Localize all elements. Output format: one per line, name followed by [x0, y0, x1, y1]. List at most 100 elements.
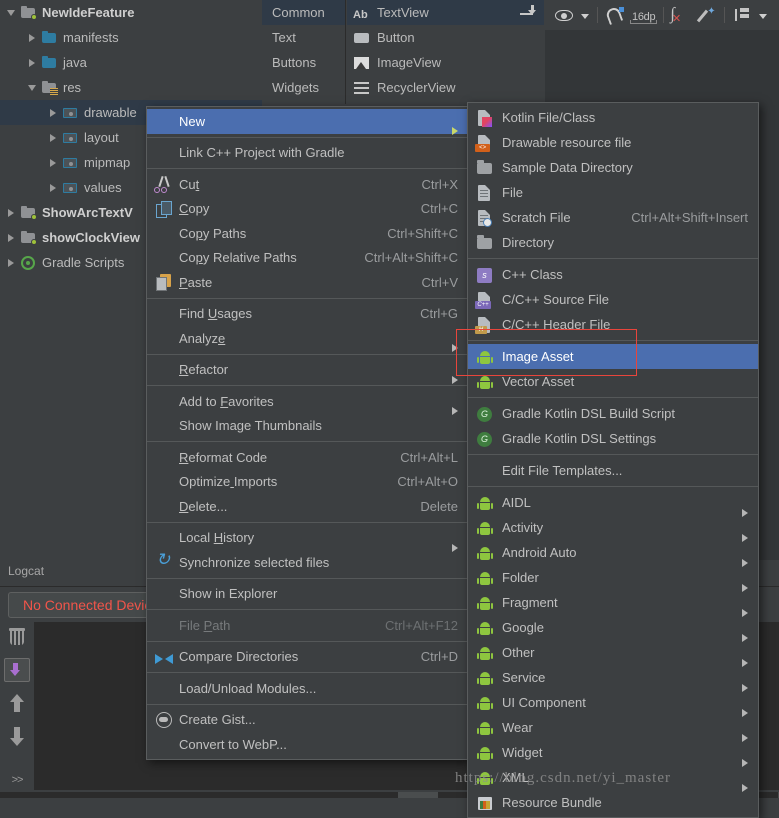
menu-item-find-usages[interactable]: Find Usages Ctrl+G [147, 302, 468, 327]
magnet-icon[interactable] [604, 4, 626, 26]
menu-item-add-to-favorites[interactable]: Add to Favorites [147, 389, 468, 416]
menu-item-wear[interactable]: Wear [468, 715, 758, 742]
visibility-eye-icon[interactable] [553, 4, 575, 26]
menu-item-label: Compare Directories [179, 649, 299, 665]
chevron-right-icon[interactable] [4, 230, 20, 246]
palette-category-buttons[interactable]: Buttons [262, 50, 345, 75]
palette-item[interactable]: ImageView [347, 50, 544, 75]
menu-item-resource-bundle[interactable]: Resource Bundle [468, 790, 758, 815]
menu-item-optimize-imports[interactable]: Optimize Imports Ctrl+Alt+O [147, 470, 468, 495]
menu-item-aidl[interactable]: AIDL [468, 490, 758, 517]
menu-item-create-gist[interactable]: Create Gist... [147, 708, 468, 733]
download-icon[interactable] [520, 5, 538, 17]
menu-item-ui-component[interactable]: UI Component [468, 690, 758, 717]
chevron-right-icon[interactable] [25, 55, 41, 71]
palette-category-common[interactable]: Common [262, 0, 345, 25]
chevron-right-icon[interactable] [4, 255, 20, 271]
chevron-down-icon[interactable] [579, 4, 591, 26]
menu-item-file[interactable]: File [468, 180, 758, 205]
gist-icon [153, 711, 175, 729]
up-arrow-icon[interactable] [8, 694, 26, 714]
menu-item-drawable-resource-file[interactable]: <> Drawable resource file [468, 130, 758, 155]
menu-item-fragment[interactable]: Fragment [468, 590, 758, 617]
menu-item-delete[interactable]: Delete... Delete [147, 494, 468, 519]
chevron-down-icon[interactable] [4, 5, 20, 21]
tree-row[interactable]: java [0, 50, 262, 75]
menu-item-paste[interactable]: Paste Ctrl+V [147, 270, 468, 295]
menu-item-copy-paths[interactable]: Copy Paths Ctrl+Shift+C [147, 221, 468, 246]
chevron-down-icon[interactable] [25, 80, 41, 96]
palette-category-widgets[interactable]: Widgets [262, 75, 345, 100]
tree-row[interactable]: res [0, 75, 262, 100]
tree-row-label: mipmap [84, 155, 131, 170]
down-arrow-icon[interactable] [8, 726, 26, 746]
chevron-right-icon[interactable] [25, 30, 41, 46]
menu-item-synchronize-selected-files[interactable]: Synchronize selected files [147, 550, 468, 575]
tree-row[interactable]: NewIdeFeature [0, 0, 262, 25]
palette-item[interactable]: Ab TextView [347, 0, 544, 25]
menu-item-new[interactable]: New [147, 109, 468, 136]
menu-item-shortcut: Ctrl+Alt+L [400, 449, 458, 465]
menu-item-c-c-source-file[interactable]: C++ C/C++ Source File [468, 287, 758, 312]
menu-item-scratch-file[interactable]: Scratch File Ctrl+Alt+Shift+Insert [468, 205, 758, 230]
android-icon [474, 619, 496, 637]
menu-item-google[interactable]: Google [468, 615, 758, 642]
tree-row-label: layout [84, 130, 119, 145]
menu-item-analyze[interactable]: Analyze [147, 326, 468, 353]
clear-logcat-icon[interactable] [8, 628, 26, 646]
palette-item-label: TextView [377, 5, 429, 20]
chevron-right-icon[interactable] [46, 105, 62, 121]
menu-item-local-history[interactable]: Local History [147, 526, 468, 552]
menu-item-kotlin-file-class[interactable]: Kotlin File/Class [468, 105, 758, 130]
menu-icon-placeholder [153, 392, 175, 410]
paste-icon [153, 273, 175, 292]
menu-item-widget[interactable]: Widget [468, 740, 758, 767]
menu-item-service[interactable]: Service [468, 665, 758, 692]
palette-item[interactable]: RecyclerView [347, 5, 544, 100]
menu-item-label: UI Component [502, 695, 586, 710]
scroll-to-end-icon[interactable] [4, 658, 30, 682]
menu-item-vector-asset[interactable]: Vector Asset [468, 369, 758, 394]
menu-item-folder[interactable]: Folder [468, 565, 758, 592]
menu-item-refactor[interactable]: Refactor [147, 358, 468, 384]
menu-item-gradle-kotlin-dsl-build-script[interactable]: G Gradle Kotlin DSL Build Script [468, 401, 758, 426]
menu-item-link-c-project-with-gradle[interactable]: Link C++ Project with Gradle [147, 141, 468, 166]
menu-item-android-auto[interactable]: Android Auto [468, 540, 758, 567]
infer-constraints-wand-icon[interactable]: ✦ [696, 4, 718, 26]
chevron-right-icon[interactable] [46, 180, 62, 196]
menu-item-c-c-header-file[interactable]: H C/C++ Header File [468, 312, 758, 337]
menu-item-activity[interactable]: Activity [468, 515, 758, 542]
clear-constraints-icon[interactable]: ∫✕ [670, 4, 692, 26]
menu-item-convert-to-webp[interactable]: Convert to WebP... [147, 732, 468, 757]
menu-separator [147, 577, 468, 579]
chevron-down-icon[interactable] [757, 4, 769, 26]
menu-item-show-in-explorer[interactable]: Show in Explorer [147, 582, 468, 607]
menu-item-reformat-code[interactable]: Reformat Code Ctrl+Alt+L [147, 445, 468, 470]
palette-category-text[interactable]: Text [262, 25, 345, 50]
menu-item-c-class[interactable]: s C++ Class [468, 262, 758, 287]
menu-item-image-asset[interactable]: Image Asset [468, 344, 758, 369]
expand-more-icon[interactable]: >> [12, 774, 24, 786]
chevron-right-icon[interactable] [46, 155, 62, 171]
menu-icon-placeholder [153, 679, 175, 697]
menu-item-directory[interactable]: Directory [468, 230, 758, 255]
logcat-tab-label[interactable]: Logcat [8, 564, 44, 578]
menu-item-sample-data-directory[interactable]: Sample Data Directory [468, 155, 758, 180]
chevron-right-icon[interactable] [4, 205, 20, 221]
tree-row[interactable]: manifests [0, 25, 262, 50]
menu-item-file-path[interactable]: File Path Ctrl+Alt+F12 [147, 613, 468, 638]
menu-item-cut[interactable]: Cut Ctrl+X [147, 172, 468, 197]
menu-item-gradle-kotlin-dsl-settings[interactable]: G Gradle Kotlin DSL Settings [468, 426, 758, 451]
margin-value-label[interactable]: 16dp [630, 11, 658, 24]
menu-item-load-unload-modules[interactable]: Load/Unload Modules... [147, 676, 468, 701]
menu-item-compare-directories[interactable]: Compare Directories Ctrl+D [147, 645, 468, 670]
menu-item-other[interactable]: Other [468, 640, 758, 667]
menu-item-copy[interactable]: Copy Ctrl+C [147, 197, 468, 222]
folder-module-icon [20, 5, 37, 21]
menu-item-copy-relative-paths[interactable]: Copy Relative Paths Ctrl+Alt+Shift+C [147, 246, 468, 271]
menu-item-edit-file-templates[interactable]: Edit File Templates... [468, 458, 758, 483]
palette-item[interactable]: Button [347, 25, 544, 50]
menu-item-show-image-thumbnails[interactable]: Show Image Thumbnails [147, 414, 468, 439]
chevron-right-icon[interactable] [46, 130, 62, 146]
align-icon[interactable] [731, 4, 753, 26]
